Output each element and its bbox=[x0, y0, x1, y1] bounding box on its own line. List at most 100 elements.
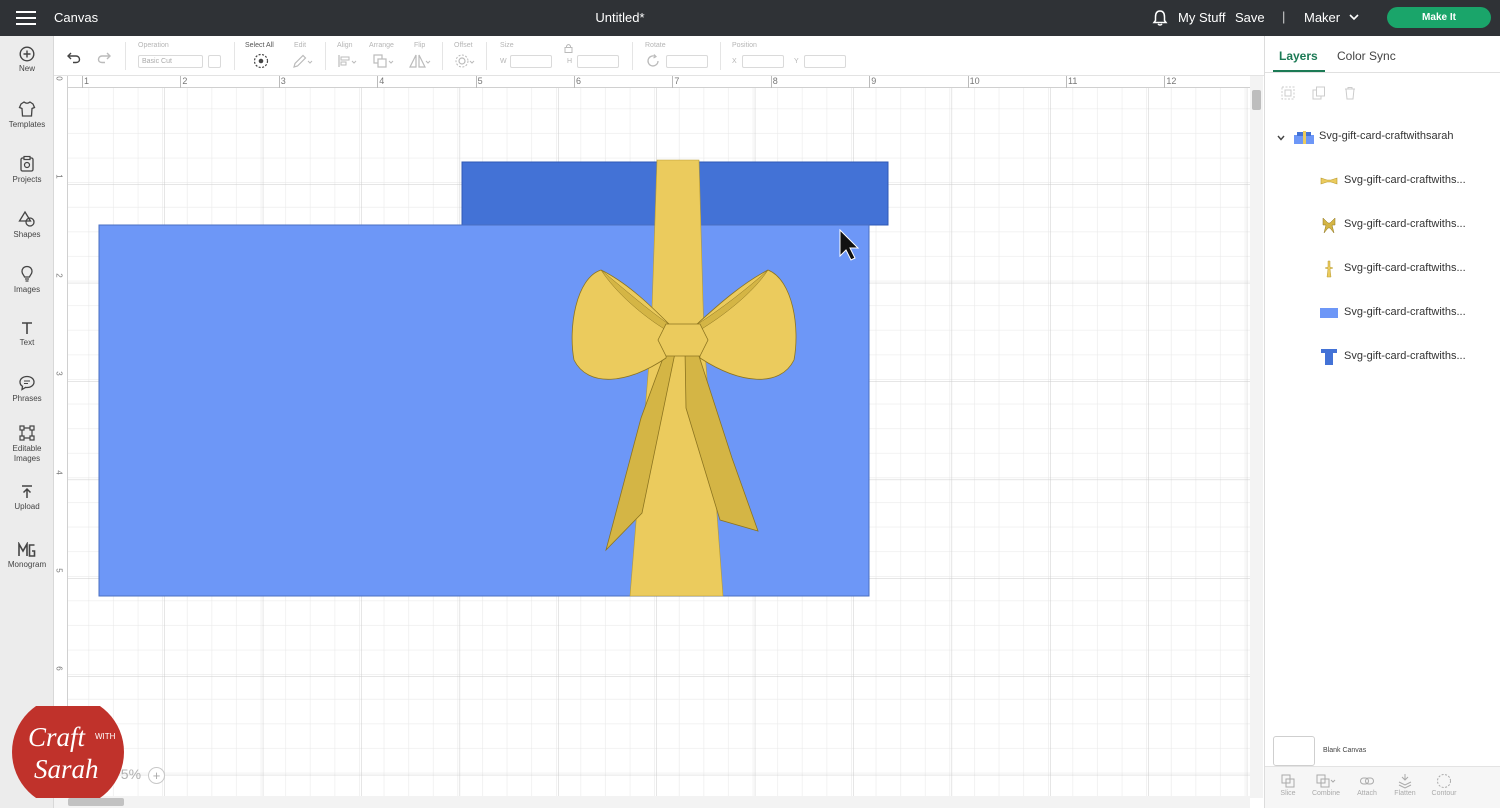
logo-text-sarah: Sarah bbox=[34, 754, 99, 784]
height-letter: H bbox=[567, 58, 573, 65]
lightbulb-icon bbox=[21, 265, 33, 282]
layers-panel: Layers Color Sync Svg-gift-card-craftwit… bbox=[1264, 36, 1500, 808]
ruler-tick-label: 2 bbox=[182, 76, 188, 86]
flip-icon[interactable] bbox=[408, 53, 432, 69]
sidebar-item-templates[interactable]: Templates bbox=[0, 100, 54, 130]
tab-divider bbox=[1265, 72, 1500, 73]
left-sidebar: New Templates Projects Shapes Images Tex… bbox=[0, 36, 54, 808]
group-icon[interactable] bbox=[1281, 86, 1295, 100]
make-it-button[interactable]: Make It bbox=[1387, 7, 1491, 28]
x-letter: X bbox=[732, 58, 737, 65]
operation-select[interactable]: Basic Cut bbox=[138, 55, 203, 68]
flatten-label: Flatten bbox=[1394, 790, 1416, 797]
edit-label: Edit bbox=[294, 42, 307, 49]
horizontal-scrollbar[interactable] bbox=[54, 796, 1250, 808]
save-button[interactable]: Save bbox=[1235, 10, 1265, 25]
chevron-down-icon[interactable] bbox=[1276, 133, 1286, 143]
combine-label: Combine bbox=[1311, 790, 1340, 797]
attach-button[interactable]: Attach bbox=[1350, 773, 1384, 797]
layer-row[interactable]: Svg-gift-card-craftwiths... bbox=[1265, 336, 1500, 380]
layer-row[interactable]: Svg-gift-card-craftwiths... bbox=[1265, 292, 1500, 336]
sidebar-label: Upload bbox=[14, 502, 40, 511]
upload-icon bbox=[22, 485, 32, 498]
bell-icon[interactable] bbox=[1151, 9, 1169, 27]
layer-name: Svg-gift-card-craftwiths... bbox=[1344, 262, 1466, 274]
layer-tools-bar: Slice Combine Attach Flatten Contour bbox=[1265, 766, 1500, 808]
layer-row[interactable]: Svg-gift-card-craftwiths... bbox=[1265, 248, 1500, 292]
position-y-field[interactable] bbox=[804, 55, 846, 68]
sidebar-item-text[interactable]: Text bbox=[0, 320, 54, 348]
sidebar-item-upload[interactable]: Upload bbox=[0, 484, 54, 512]
arrange-label: Arrange bbox=[369, 42, 394, 49]
delete-icon[interactable] bbox=[1343, 86, 1357, 100]
tab-layers[interactable]: Layers bbox=[1279, 49, 1318, 63]
projects-icon bbox=[20, 155, 34, 172]
width-letter: W bbox=[500, 58, 507, 65]
ruler-tick-label: 3 bbox=[280, 76, 286, 86]
speech-bubble-icon bbox=[19, 375, 35, 391]
offset-icon[interactable] bbox=[454, 53, 476, 69]
sidebar-label: New bbox=[18, 64, 35, 73]
horizontal-scroll-thumb[interactable] bbox=[68, 798, 124, 806]
zoom-in-button[interactable]: + bbox=[148, 767, 165, 784]
toolbar-divider bbox=[720, 42, 721, 70]
design-canvas[interactable] bbox=[68, 88, 1250, 798]
ruler-tick-mark bbox=[967, 76, 969, 88]
group-thumbnail-icon bbox=[1294, 131, 1314, 144]
align-icon[interactable] bbox=[337, 53, 359, 69]
sidebar-label: Templates bbox=[8, 120, 46, 129]
attach-label: Attach bbox=[1357, 790, 1377, 797]
ruler-tick-mark bbox=[672, 76, 674, 88]
operation-extra-button[interactable] bbox=[208, 55, 221, 68]
sidebar-item-images[interactable]: Images bbox=[0, 265, 54, 295]
shapes-icon bbox=[18, 210, 35, 227]
tab-color-sync[interactable]: Color Sync bbox=[1337, 49, 1396, 63]
my-stuff-link[interactable]: My Stuff bbox=[1178, 10, 1225, 25]
duplicate-icon[interactable] bbox=[1312, 86, 1326, 100]
ruler-tick-label: 5 bbox=[54, 568, 64, 573]
layer-name: Svg-gift-card-craftwiths... bbox=[1344, 350, 1466, 362]
vertical-scroll-thumb[interactable] bbox=[1252, 90, 1261, 110]
machine-selector[interactable]: Maker bbox=[1304, 10, 1340, 25]
layer-group-row[interactable]: Svg-gift-card-craftwithsarah bbox=[1265, 116, 1500, 160]
sidebar-item-editable-images[interactable]: Editable Images bbox=[0, 424, 54, 464]
ruler-tick-label: 4 bbox=[379, 76, 385, 86]
vertical-scrollbar[interactable] bbox=[1250, 76, 1263, 798]
rotate-icon[interactable] bbox=[645, 53, 661, 69]
ruler-tick-label: 5 bbox=[477, 76, 483, 86]
position-x-field[interactable] bbox=[742, 55, 784, 68]
document-title[interactable]: Untitled* bbox=[0, 10, 1240, 25]
layer-name: Svg-gift-card-craftwiths... bbox=[1344, 306, 1466, 318]
ruler-tick-label: 4 bbox=[54, 469, 64, 475]
bow-knot-shape[interactable] bbox=[657, 323, 709, 357]
sidebar-label: Phrases bbox=[12, 394, 42, 403]
chevron-down-icon[interactable] bbox=[1348, 10, 1360, 24]
ruler-tick-label: 6 bbox=[576, 76, 582, 86]
blank-canvas-swatch[interactable] bbox=[1273, 736, 1315, 766]
edit-pencil-icon[interactable] bbox=[292, 53, 314, 69]
contour-button[interactable]: Contour bbox=[1427, 773, 1461, 797]
sidebar-item-projects[interactable]: Projects bbox=[0, 155, 54, 185]
width-field[interactable] bbox=[510, 55, 552, 68]
layer-row[interactable]: Svg-gift-card-craftwiths... bbox=[1265, 204, 1500, 248]
flip-label: Flip bbox=[414, 42, 426, 49]
lock-icon[interactable] bbox=[564, 43, 573, 53]
sidebar-item-phrases[interactable]: Phrases bbox=[0, 374, 54, 404]
layer-row[interactable]: Svg-gift-card-craftwiths... bbox=[1265, 160, 1500, 204]
ruler-tick-mark bbox=[278, 76, 280, 88]
rotate-field[interactable] bbox=[666, 55, 708, 68]
top-bar: Canvas Untitled* My Stuff Save | Maker M… bbox=[0, 0, 1500, 36]
height-field[interactable] bbox=[577, 55, 619, 68]
sidebar-item-new[interactable]: New bbox=[0, 46, 54, 74]
sidebar-item-monogram[interactable]: Monogram bbox=[0, 542, 54, 570]
flatten-button[interactable]: Flatten bbox=[1388, 773, 1422, 797]
header-separator: | bbox=[1282, 9, 1286, 24]
redo-icon[interactable] bbox=[96, 50, 112, 64]
undo-icon[interactable] bbox=[66, 50, 82, 64]
arrange-icon[interactable] bbox=[372, 53, 396, 69]
sidebar-item-shapes[interactable]: Shapes bbox=[0, 210, 54, 240]
select-all-icon[interactable] bbox=[253, 53, 269, 69]
slice-button[interactable]: Slice bbox=[1271, 773, 1305, 797]
sidebar-label: Text bbox=[19, 338, 35, 347]
combine-button[interactable]: Combine bbox=[1309, 773, 1343, 797]
